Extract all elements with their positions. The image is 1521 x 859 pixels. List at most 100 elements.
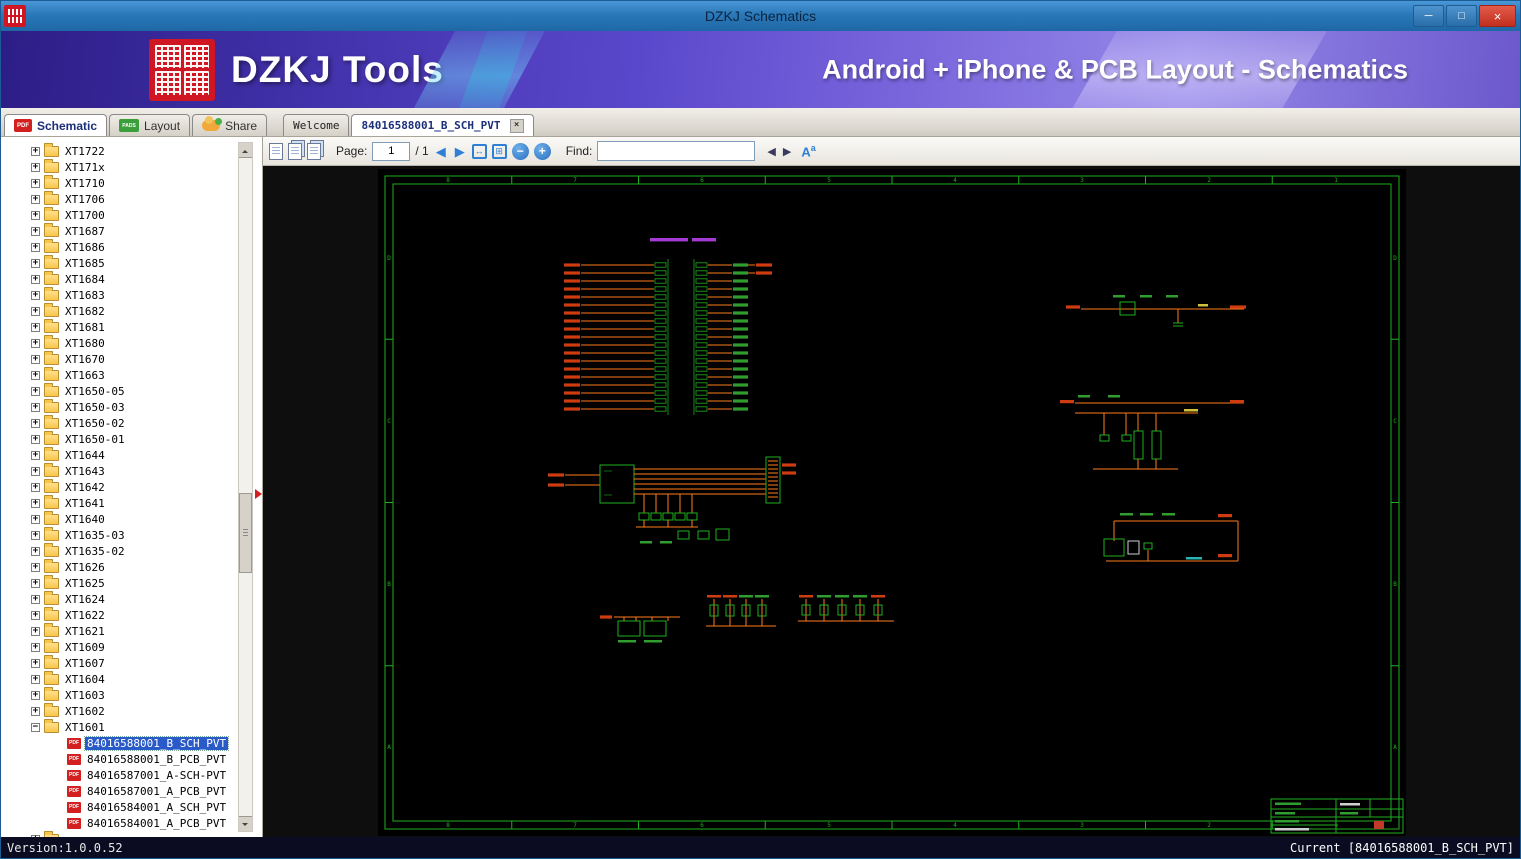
expand-toggle-icon[interactable]: +: [31, 274, 40, 284]
expand-toggle-icon[interactable]: +: [31, 242, 40, 252]
tree-folder-XT1626[interactable]: + XT1626: [1, 558, 236, 575]
tree-folder-XT1603[interactable]: + XT1603: [1, 686, 236, 703]
copy-page-icon[interactable]: [307, 142, 321, 160]
tree-folder-XT1621[interactable]: + XT1621: [1, 622, 236, 639]
expand-toggle-icon[interactable]: +: [31, 674, 40, 684]
expand-toggle-icon[interactable]: +: [31, 322, 40, 332]
expand-toggle-icon[interactable]: +: [31, 642, 40, 652]
expand-toggle-icon[interactable]: +: [31, 434, 40, 444]
tree-folder-XT1609[interactable]: + XT1609: [1, 638, 236, 655]
expand-toggle-icon[interactable]: +: [31, 546, 40, 556]
expand-toggle-icon[interactable]: +: [31, 386, 40, 396]
tree-folder-XT1602[interactable]: + XT1602: [1, 702, 236, 719]
tree-folder-XT1641[interactable]: + XT1641: [1, 494, 236, 511]
expand-toggle-icon[interactable]: +: [31, 370, 40, 380]
close-tab-icon[interactable]: ×: [509, 118, 524, 133]
expand-toggle-icon[interactable]: +: [31, 162, 40, 172]
tree-folder-XT1670[interactable]: + XT1670: [1, 350, 236, 367]
tree-folder-XT1622[interactable]: + XT1622: [1, 606, 236, 623]
page-number-input[interactable]: [372, 141, 411, 161]
snapshot-icon[interactable]: [288, 142, 302, 160]
next-page-icon[interactable]: ▶: [453, 145, 467, 158]
tree-folder-XT1687[interactable]: + XT1687: [1, 222, 236, 239]
expand-toggle-icon[interactable]: +: [31, 402, 40, 412]
tree-folder-XT1644[interactable]: + XT1644: [1, 446, 236, 463]
expand-toggle-icon[interactable]: +: [31, 594, 40, 604]
tree-folder-XT1643[interactable]: + XT1643: [1, 462, 236, 479]
minimize-button[interactable]: ─: [1413, 5, 1444, 27]
tab-share[interactable]: Share: [192, 114, 268, 136]
tree-folder-XT1650-05[interactable]: + XT1650-05: [1, 382, 236, 399]
tree-folder-XT1642[interactable]: + XT1642: [1, 478, 236, 495]
tree-folder-XT1682[interactable]: + XT1682: [1, 302, 236, 319]
schematic-page[interactable]: 87654321 87654321 DCBA DCBA: [378, 169, 1406, 836]
tree-folder-XT1700[interactable]: + XT1700: [1, 206, 236, 223]
expand-toggle-icon[interactable]: +: [31, 658, 40, 668]
fit-page-icon[interactable]: ⊞: [491, 143, 507, 159]
scroll-up-icon[interactable]: [239, 143, 252, 158]
tree-folder-XT1650-02[interactable]: + XT1650-02: [1, 414, 236, 431]
tree-file-84016587001_A-SCH-PVT[interactable]: PDF 84016587001_A-SCH-PVT: [1, 767, 236, 783]
expand-toggle-icon[interactable]: +: [31, 514, 40, 524]
text-select-icon[interactable]: [269, 142, 283, 160]
expand-toggle-icon[interactable]: +: [31, 418, 40, 428]
tree-folder-XT1663[interactable]: + XT1663: [1, 366, 236, 383]
tab-layout[interactable]: PADS Layout: [109, 114, 191, 136]
tree-file-84016584001_A_SCH_PVT[interactable]: PDF 84016584001_A_SCH_PVT: [1, 799, 236, 815]
zoom-in-icon[interactable]: +: [533, 142, 551, 160]
tab-welcome[interactable]: Welcome: [283, 114, 350, 136]
expand-toggle-icon[interactable]: +: [31, 578, 40, 588]
expand-toggle-icon[interactable]: +: [31, 610, 40, 620]
expand-toggle-icon[interactable]: +: [31, 258, 40, 268]
tree-folder-XT171x[interactable]: + XT171x: [1, 158, 236, 175]
tree-file-84016584001_A_PCB_PVT[interactable]: PDF 84016584001_A_PCB_PVT: [1, 815, 236, 831]
match-case-icon[interactable]: Aa: [801, 143, 815, 159]
expand-toggle-icon[interactable]: +: [31, 450, 40, 460]
tree-folder-XT1683[interactable]: + XT1683: [1, 286, 236, 303]
previous-page-icon[interactable]: ◀: [434, 145, 448, 158]
tree-folder-XT1680[interactable]: + XT1680: [1, 334, 236, 351]
tree-folder-XT1722[interactable]: + XT1722: [1, 142, 236, 159]
tree-folder-partial[interactable]: +: [1, 830, 236, 837]
tree-folder-XT1635-02[interactable]: + XT1635-02: [1, 542, 236, 559]
tree-folder-XT1706[interactable]: + XT1706: [1, 190, 236, 207]
zoom-out-icon[interactable]: −: [511, 142, 529, 160]
tree-file-84016588001_B_SCH_PVT[interactable]: PDF 84016588001_B_SCH_PVT: [1, 735, 236, 751]
sidebar-collapse-arrow[interactable]: [255, 489, 262, 499]
find-next-icon[interactable]: ▶: [782, 145, 792, 158]
expand-toggle-icon[interactable]: +: [31, 562, 40, 572]
expand-toggle-icon[interactable]: +: [31, 146, 40, 156]
expand-toggle-icon[interactable]: +: [31, 482, 40, 492]
find-previous-icon[interactable]: ◀: [766, 145, 776, 158]
close-button[interactable]: ×: [1479, 5, 1516, 27]
tree-folder-XT1681[interactable]: + XT1681: [1, 318, 236, 335]
expand-toggle-icon[interactable]: +: [31, 194, 40, 204]
expand-toggle-icon[interactable]: +: [31, 530, 40, 540]
expand-toggle-icon[interactable]: +: [31, 178, 40, 188]
expand-toggle-icon[interactable]: +: [31, 706, 40, 716]
scroll-down-icon[interactable]: [239, 816, 252, 831]
expand-toggle-icon[interactable]: +: [31, 226, 40, 236]
expand-toggle-icon[interactable]: +: [31, 354, 40, 364]
expand-toggle-icon[interactable]: +: [31, 466, 40, 476]
tab-schematic[interactable]: PDF Schematic: [4, 114, 108, 136]
tree-folder-XT1624[interactable]: + XT1624: [1, 590, 236, 607]
tree-scrollbar[interactable]: [238, 142, 253, 832]
tree-folder-XT1686[interactable]: + XT1686: [1, 238, 236, 255]
expand-toggle-icon[interactable]: +: [31, 306, 40, 316]
tree-folder-XT1604[interactable]: + XT1604: [1, 670, 236, 687]
tree-folder-XT1635-03[interactable]: + XT1635-03: [1, 526, 236, 543]
tab-document[interactable]: 84016588001_B_SCH_PVT ×: [351, 114, 534, 136]
expand-toggle-icon[interactable]: +: [31, 290, 40, 300]
tree-folder-XT1710[interactable]: + XT1710: [1, 174, 236, 191]
expand-toggle-icon[interactable]: +: [31, 626, 40, 636]
fit-width-icon[interactable]: ↔: [471, 143, 487, 159]
maximize-button[interactable]: □: [1446, 5, 1477, 27]
tree-folder-XT1640[interactable]: + XT1640: [1, 510, 236, 527]
scrollbar-thumb[interactable]: [239, 493, 252, 573]
expand-toggle-icon[interactable]: −: [31, 722, 40, 732]
expand-toggle-icon[interactable]: +: [31, 210, 40, 220]
tree-folder-XT1684[interactable]: + XT1684: [1, 270, 236, 287]
tree-folder-XT1601[interactable]: − XT1601: [1, 718, 236, 735]
tree-folder-XT1685[interactable]: + XT1685: [1, 254, 236, 271]
